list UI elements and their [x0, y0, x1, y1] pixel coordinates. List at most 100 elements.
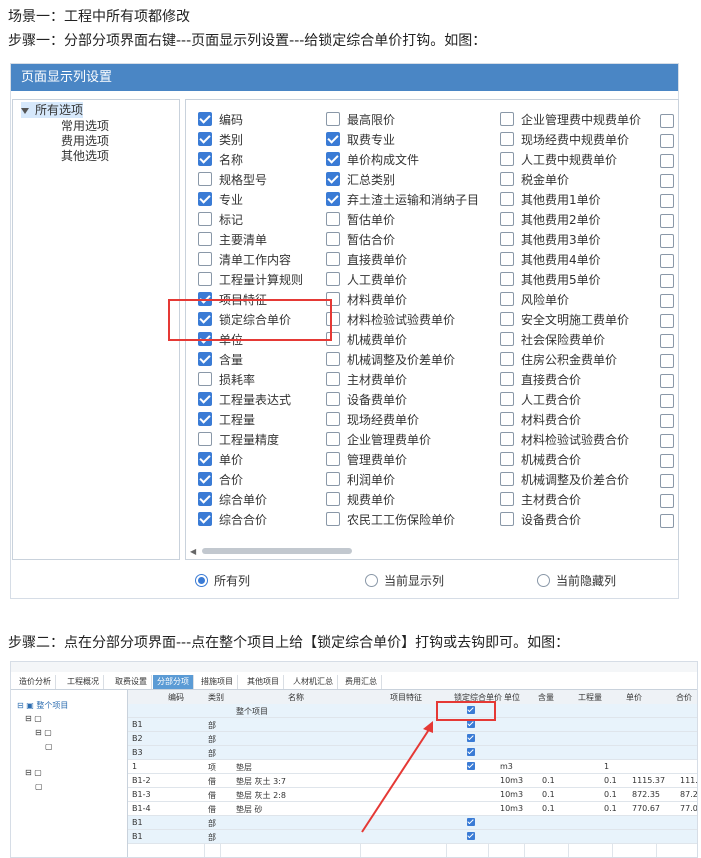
grid-row[interactable]: B2 部: [128, 732, 697, 746]
grid-header-cell[interactable]: 单价: [626, 692, 642, 703]
tree-node-project[interactable]: ⊟ ▣ 整个项目: [17, 700, 68, 711]
grid-header-cell[interactable]: 工程量: [578, 692, 602, 703]
checkbox-box[interactable]: [326, 512, 340, 526]
scroll-left-icon[interactable]: ◀: [190, 547, 196, 556]
checkbox-box[interactable]: [198, 352, 212, 366]
checkbox-box[interactable]: [198, 492, 212, 506]
grid-header-cell[interactable]: 合价: [676, 692, 692, 703]
column-checkbox[interactable]: 机械费合价: [500, 452, 581, 468]
checkbox-box[interactable]: [198, 112, 212, 126]
checkbox-box[interactable]: [500, 212, 514, 226]
checkbox-box[interactable]: [326, 412, 340, 426]
column-checkbox[interactable]: 现场经费单价: [326, 412, 419, 428]
column-checkbox[interactable]: 直接费单价: [326, 252, 407, 268]
column-checkbox[interactable]: 利润单价: [326, 472, 395, 488]
checkbox-box[interactable]: [198, 392, 212, 406]
checkbox-box[interactable]: [326, 392, 340, 406]
grid-header-cell[interactable]: 名称: [288, 692, 304, 703]
checkbox-box[interactable]: [660, 114, 674, 128]
column-checkbox[interactable]: 主材费单价: [326, 372, 407, 388]
checkbox-box[interactable]: [500, 512, 514, 526]
column-checkbox[interactable]: 弃土渣土运输和消纳子目: [326, 192, 479, 208]
column-checkbox[interactable]: 机械费单价: [326, 332, 407, 348]
column-checkbox[interactable]: 设备费合价: [500, 512, 581, 528]
checkbox-box[interactable]: [326, 452, 340, 466]
column-checkbox[interactable]: 材料费单价: [326, 292, 407, 308]
checkbox-box[interactable]: [326, 212, 340, 226]
column-checkbox[interactable]: 清单工作内容: [198, 252, 291, 268]
main-tab[interactable]: 措施项目: [197, 675, 238, 689]
column-checkbox[interactable]: 人工费中规费单价: [500, 152, 617, 168]
tree-item[interactable]: 其他选项: [61, 148, 109, 164]
column-checkbox[interactable]: 企业管理费单价: [326, 432, 431, 448]
checkbox-box[interactable]: [500, 172, 514, 186]
checkbox-box[interactable]: [500, 472, 514, 486]
checkbox-box[interactable]: [198, 372, 212, 386]
column-checkbox[interactable]: 编码: [198, 112, 243, 128]
main-tab[interactable]: 费用汇总: [341, 675, 382, 689]
checkbox-box[interactable]: [660, 514, 674, 528]
grid-row[interactable]: 1 项 垫层 m3 1: [128, 760, 697, 774]
column-checkbox[interactable]: 安全文明施工费单价: [500, 312, 629, 328]
checkbox-box[interactable]: [198, 452, 212, 466]
grid-header-cell[interactable]: 项目特征: [390, 692, 422, 703]
checkbox-box[interactable]: [660, 274, 674, 288]
horizontal-scrollbar[interactable]: ◀: [190, 546, 674, 556]
grid-row[interactable]: B1 部: [128, 830, 697, 844]
checkbox-box[interactable]: [198, 432, 212, 446]
checkbox-box[interactable]: [198, 512, 212, 526]
column-checkbox[interactable]: 材料检验试验费单价: [326, 312, 455, 328]
lock-price-checkbox[interactable]: [467, 818, 475, 826]
checkbox-box[interactable]: [500, 292, 514, 306]
checkbox-box[interactable]: [198, 232, 212, 246]
column-checkbox[interactable]: 其他费用2单价: [500, 212, 601, 228]
checkbox-box[interactable]: [500, 432, 514, 446]
checkbox-box[interactable]: [500, 412, 514, 426]
checkbox-box[interactable]: [660, 394, 674, 408]
column-checkbox[interactable]: 含量: [198, 352, 243, 368]
checkbox-box[interactable]: [660, 174, 674, 188]
checkbox-box[interactable]: [500, 392, 514, 406]
checkbox-box[interactable]: [326, 172, 340, 186]
checkbox-box[interactable]: [660, 134, 674, 148]
checkbox-box[interactable]: [326, 272, 340, 286]
column-checkbox[interactable]: 取费专业: [326, 132, 395, 148]
checkbox-box[interactable]: [660, 354, 674, 368]
main-tab[interactable]: 其他项目: [243, 675, 284, 689]
grid-row[interactable]: B1 部: [128, 718, 697, 732]
column-checkbox[interactable]: 直接费合价: [500, 372, 581, 388]
column-checkbox[interactable]: 标记: [198, 212, 243, 228]
radio-option[interactable]: 当前隐藏列: [537, 572, 616, 589]
lock-price-checkbox[interactable]: [467, 748, 475, 756]
grid-row[interactable]: B1 部: [128, 816, 697, 830]
column-checkbox[interactable]: 管理费单价: [326, 452, 407, 468]
column-checkbox[interactable]: 其他费用4单价: [500, 252, 601, 268]
column-checkbox[interactable]: 工程量表达式: [198, 392, 291, 408]
checkbox-box[interactable]: [326, 252, 340, 266]
checkbox-box[interactable]: [660, 454, 674, 468]
lock-price-checkbox[interactable]: [467, 734, 475, 742]
checkbox-box[interactable]: [326, 432, 340, 446]
column-checkbox[interactable]: 暂估单价: [326, 212, 395, 228]
grid-header-cell[interactable]: 编码: [168, 692, 184, 703]
column-checkbox[interactable]: 工程量: [198, 412, 255, 428]
checkbox-box[interactable]: [198, 272, 212, 286]
grid-header-cell[interactable]: 含量: [538, 692, 554, 703]
checkbox-box[interactable]: [660, 294, 674, 308]
column-checkbox[interactable]: 最高限价: [326, 112, 395, 128]
checkbox-box[interactable]: [500, 452, 514, 466]
tree-item[interactable]: 常用选项: [61, 118, 109, 134]
radio-option[interactable]: 当前显示列: [365, 572, 444, 589]
column-checkbox[interactable]: 暂估合价: [326, 232, 395, 248]
checkbox-box[interactable]: [500, 332, 514, 346]
checkbox-box[interactable]: [660, 154, 674, 168]
column-checkbox[interactable]: 设备费单价: [326, 392, 407, 408]
lock-price-checkbox[interactable]: [467, 720, 475, 728]
tree-node[interactable]: ▢: [35, 782, 43, 791]
checkbox-box[interactable]: [326, 152, 340, 166]
column-checkbox[interactable]: 主要清单: [198, 232, 267, 248]
checkbox-box[interactable]: [326, 492, 340, 506]
grid-row[interactable]: 整个项目: [128, 704, 697, 718]
column-checkbox[interactable]: 规费单价: [326, 492, 395, 508]
expand-icon[interactable]: [21, 107, 29, 114]
